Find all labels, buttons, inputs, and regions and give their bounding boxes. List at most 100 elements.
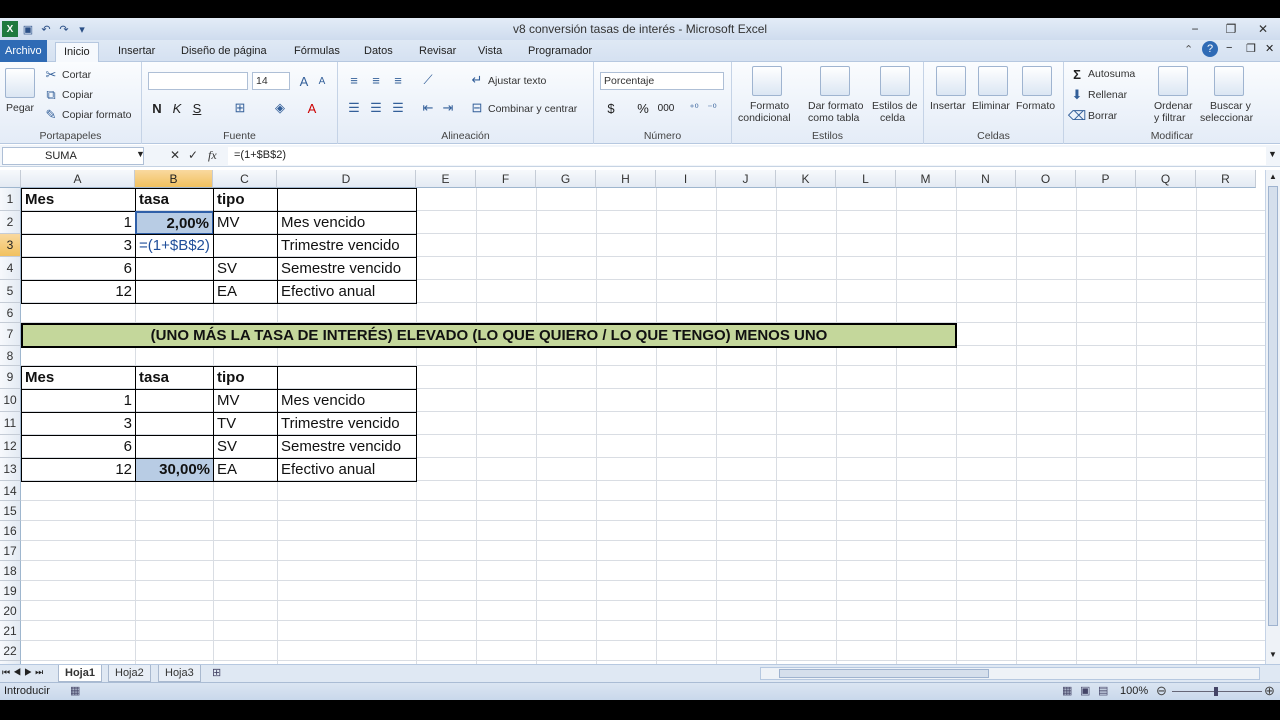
cell-D12[interactable]: Semestre vencido: [277, 435, 417, 459]
row-header-7[interactable]: 7: [0, 323, 21, 346]
horizontal-scroll-thumb[interactable]: [779, 669, 989, 678]
column-header-R[interactable]: R: [1196, 170, 1256, 188]
increase-decimal-icon[interactable]: ⁺⁰: [686, 100, 702, 116]
font-size-combo[interactable]: 14: [252, 72, 290, 90]
row-header-8[interactable]: 8: [0, 346, 21, 366]
find-select-label-1[interactable]: Buscar y: [1210, 100, 1251, 112]
cell-C10[interactable]: MV: [213, 389, 278, 413]
cell-A9[interactable]: Mes: [21, 366, 136, 390]
sort-filter-label-2[interactable]: y filtrar: [1154, 112, 1186, 124]
cell-B12[interactable]: [135, 435, 214, 459]
cell-A4[interactable]: 6: [21, 257, 136, 281]
column-header-G[interactable]: G: [536, 170, 596, 188]
align-right-icon[interactable]: ☰: [390, 100, 406, 116]
normal-view-icon[interactable]: ▦: [1062, 684, 1072, 697]
cell-C5[interactable]: EA: [213, 280, 278, 304]
format-cells-button[interactable]: Formato: [1016, 100, 1055, 112]
cell-D10[interactable]: Mes vencido: [277, 389, 417, 413]
row-header-14[interactable]: 14: [0, 481, 21, 501]
row-header-1[interactable]: 1: [0, 188, 21, 211]
cell-A2[interactable]: 1: [21, 211, 136, 235]
column-header-D[interactable]: D: [277, 170, 416, 188]
wrap-text-button[interactable]: Ajustar texto: [488, 75, 546, 87]
page-break-view-icon[interactable]: ▤: [1098, 684, 1108, 697]
row-header-17[interactable]: 17: [0, 541, 21, 561]
expand-formula-icon[interactable]: ▼: [1268, 149, 1277, 159]
row-header-6[interactable]: 6: [0, 303, 21, 323]
cell-styles-label-2[interactable]: celda: [880, 112, 905, 124]
column-header-C[interactable]: C: [213, 170, 277, 188]
sheet-tab-1[interactable]: Hoja1: [58, 665, 102, 682]
format-as-table-label-1[interactable]: Dar formato: [808, 100, 863, 112]
doc-close-icon[interactable]: ✕: [1265, 42, 1274, 55]
cell-D2[interactable]: Mes vencido: [277, 211, 417, 235]
align-left-icon[interactable]: ☰: [346, 100, 362, 116]
tab-formulas[interactable]: Fórmulas: [286, 42, 348, 62]
maximize-button[interactable]: ❐: [1218, 20, 1244, 38]
cell-A12[interactable]: 6: [21, 435, 136, 459]
zoom-out-icon[interactable]: ⊖: [1156, 683, 1167, 699]
cell-B4[interactable]: [135, 257, 214, 281]
sheet-tab-2[interactable]: Hoja2: [108, 665, 151, 682]
column-header-E[interactable]: E: [416, 170, 476, 188]
row-header-10[interactable]: 10: [0, 389, 21, 412]
tab-file[interactable]: Archivo: [0, 40, 47, 62]
paste-button[interactable]: Pegar: [6, 102, 34, 114]
column-header-J[interactable]: J: [716, 170, 776, 188]
column-header-M[interactable]: M: [896, 170, 956, 188]
delete-cells-icon[interactable]: [978, 66, 1008, 96]
worksheet-grid[interactable]: ABCDEFGHIJKLMNOPQR 1 2 3 4 5 6 7 8 9 10 11 12 13 14 15…: [0, 170, 1265, 664]
column-header-Q[interactable]: Q: [1136, 170, 1196, 188]
cell-D9[interactable]: [277, 366, 417, 390]
cell-D13[interactable]: Efectivo anual: [277, 458, 417, 482]
row-header-11[interactable]: 11: [0, 412, 21, 435]
align-top-icon[interactable]: ≡: [346, 72, 362, 88]
format-painter-button[interactable]: Copiar formato: [62, 109, 131, 121]
percent-button[interactable]: %: [636, 100, 650, 116]
row-header-5[interactable]: 5: [0, 280, 21, 303]
cell-B9[interactable]: tasa: [135, 366, 214, 390]
column-header-N[interactable]: N: [956, 170, 1016, 188]
column-header-L[interactable]: L: [836, 170, 896, 188]
new-sheet-icon[interactable]: ⊞: [212, 666, 221, 679]
row-header-15[interactable]: 15: [0, 501, 21, 521]
row-header-3[interactable]: 3: [0, 234, 21, 257]
insert-cells-icon[interactable]: [936, 66, 966, 96]
insert-function-button[interactable]: fx: [208, 148, 217, 163]
merge-center-button[interactable]: Combinar y centrar: [488, 103, 577, 115]
row-header-18[interactable]: 18: [0, 561, 21, 581]
minimize-ribbon-icon[interactable]: ⌃: [1184, 43, 1193, 56]
sheet-tab-3[interactable]: Hoja3: [158, 665, 201, 682]
cell-C2[interactable]: MV: [213, 211, 278, 235]
row-header-21[interactable]: 21: [0, 621, 21, 641]
delete-cells-button[interactable]: Eliminar: [972, 100, 1010, 112]
macro-record-icon[interactable]: ▦: [70, 684, 80, 697]
conditional-format-label-2[interactable]: condicional: [738, 112, 791, 124]
conditional-format-label-1[interactable]: Formato: [750, 100, 789, 112]
find-select-label-2[interactable]: seleccionar: [1200, 112, 1253, 124]
font-name-combo[interactable]: [148, 72, 248, 90]
doc-restore-icon[interactable]: ❐: [1246, 42, 1256, 55]
font-color-icon[interactable]: A: [304, 100, 320, 116]
cell-A11[interactable]: 3: [21, 412, 136, 436]
row-header-19[interactable]: 19: [0, 581, 21, 601]
tab-developer[interactable]: Programador: [520, 42, 600, 62]
zoom-slider-thumb[interactable]: [1214, 687, 1218, 696]
sheet-nav-icons[interactable]: ⏮◀▶⏭: [2, 667, 46, 678]
decrease-decimal-icon[interactable]: ⁻⁰: [704, 100, 720, 116]
row-header-4[interactable]: 4: [0, 257, 21, 280]
cell-A3[interactable]: 3: [21, 234, 136, 258]
column-header-A[interactable]: A: [21, 170, 135, 188]
vertical-scrollbar[interactable]: ▲ ▼: [1265, 170, 1280, 664]
cell-D11[interactable]: Trimestre vencido: [277, 412, 417, 436]
cell-B2[interactable]: 2,00%: [135, 211, 214, 235]
align-middle-icon[interactable]: ≡: [368, 72, 384, 88]
cell-B3[interactable]: =(1+$B$2): [135, 234, 214, 258]
cell-B10[interactable]: [135, 389, 214, 413]
cell-styles-label-1[interactable]: Estilos de: [872, 100, 918, 112]
cell-B11[interactable]: [135, 412, 214, 436]
cell-A5[interactable]: 12: [21, 280, 136, 304]
banner-merged-cell[interactable]: (UNO MÁS LA TASA DE INTERÉS) ELEVADO (LO…: [21, 323, 957, 348]
horizontal-scrollbar[interactable]: [760, 667, 1260, 680]
borders-icon[interactable]: ⊞: [232, 100, 248, 116]
